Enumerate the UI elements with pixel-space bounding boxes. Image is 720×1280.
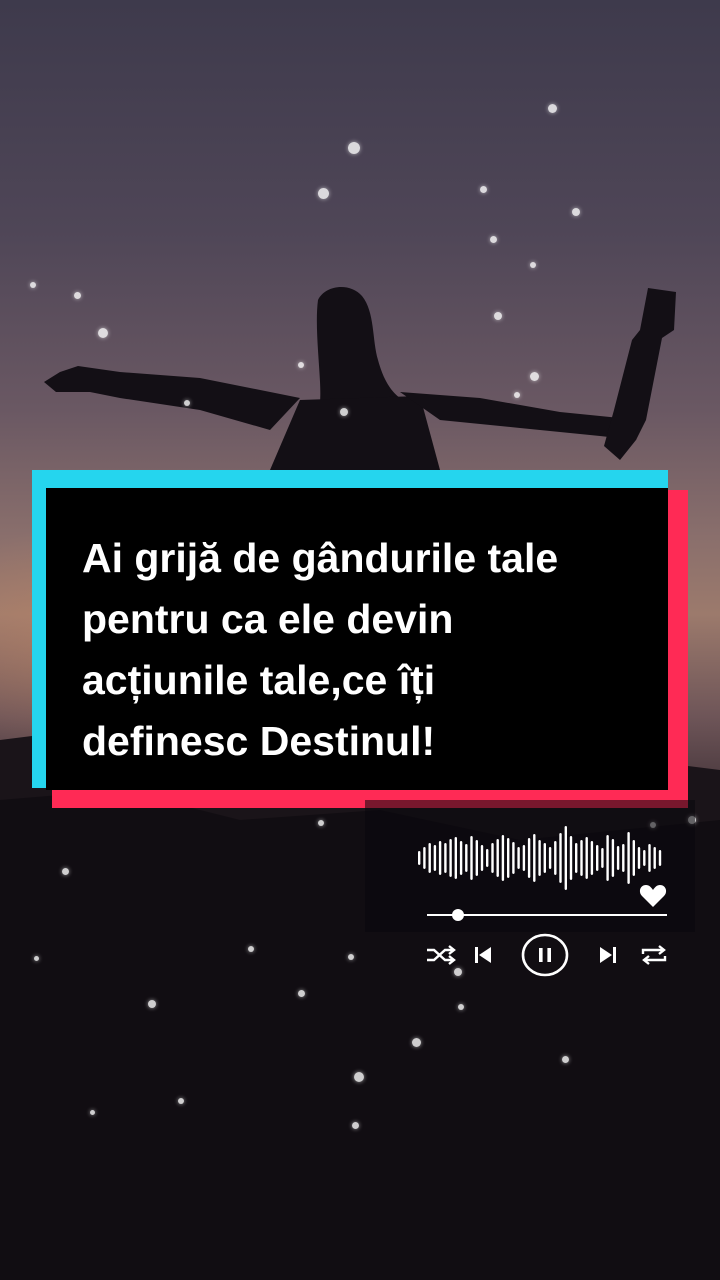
- skip-next-icon: [600, 947, 616, 963]
- waveform-bar: [606, 835, 609, 881]
- person-silhouette: [44, 286, 676, 470]
- waveform-bar: [444, 843, 447, 873]
- snow-particle: [298, 362, 304, 368]
- waveform-bar: [653, 847, 656, 869]
- waveform-bar: [627, 832, 630, 884]
- waveform-bar: [611, 839, 615, 877]
- waveform-bar: [543, 843, 546, 873]
- waveform-bar: [658, 850, 662, 866]
- waveform-bar: [517, 847, 520, 869]
- previous-button[interactable]: [469, 936, 497, 974]
- snow-particle: [340, 408, 348, 416]
- waveform-bar: [527, 838, 531, 878]
- waveform-bar: [486, 849, 489, 867]
- snow-particle: [530, 372, 539, 381]
- snow-particle: [34, 956, 39, 961]
- shuffle-button[interactable]: [423, 936, 459, 974]
- heart-icon[interactable]: [639, 884, 667, 908]
- snow-particle: [184, 400, 190, 406]
- snow-particle: [318, 188, 329, 199]
- waveform-bar: [569, 836, 573, 880]
- waveform-bar: [459, 841, 463, 875]
- snow-particle: [74, 292, 81, 299]
- waveform-bar: [648, 844, 651, 872]
- waveform-bar: [575, 843, 578, 873]
- quote-card: Ai grijă de gândurile tale pentru ca ele…: [46, 488, 668, 790]
- snow-particle: [148, 1000, 156, 1008]
- waveform-bar: [601, 848, 604, 868]
- snow-particle: [348, 142, 360, 154]
- snow-particle: [572, 208, 580, 216]
- snow-particle: [248, 946, 254, 952]
- snow-particle: [352, 1122, 359, 1129]
- snow-particle: [412, 1038, 421, 1047]
- snow-particle: [318, 820, 324, 826]
- quote-line-4: definesc Destinul!: [82, 718, 436, 764]
- pause-icon: [521, 933, 569, 977]
- snow-particle: [494, 312, 502, 320]
- waveform-bar: [554, 841, 557, 875]
- repeat-icon: [641, 945, 667, 965]
- snow-particle: [530, 262, 536, 268]
- snow-particle: [298, 990, 305, 997]
- snow-particle: [62, 868, 69, 875]
- waveform-bar: [418, 851, 421, 865]
- audio-waveform: [418, 826, 662, 890]
- waveform-bar: [454, 837, 457, 879]
- waveform-bar: [622, 844, 625, 872]
- snow-particle: [490, 236, 497, 243]
- waveform-bar: [512, 842, 515, 874]
- music-player: [365, 800, 695, 1000]
- waveform-bar: [507, 838, 510, 878]
- next-button[interactable]: [594, 936, 622, 974]
- snow-particle: [178, 1098, 184, 1104]
- waveform-bar: [538, 840, 541, 876]
- waveform-bar: [428, 843, 431, 873]
- pause-button[interactable]: [520, 932, 570, 978]
- snow-particle: [548, 104, 557, 113]
- quote-text: Ai grijă de gândurile tale pentru ca ele…: [82, 528, 638, 772]
- waveform-bar: [533, 834, 536, 882]
- waveform-bar: [438, 841, 442, 875]
- snow-particle: [480, 186, 487, 193]
- snow-particle: [98, 328, 108, 338]
- waveform-bar: [465, 844, 468, 872]
- waveform-bar: [496, 839, 499, 877]
- waveform-bar: [522, 845, 526, 871]
- snow-particle: [514, 392, 520, 398]
- skip-previous-icon: [475, 947, 491, 963]
- waveform-bar: [564, 826, 567, 890]
- repeat-button[interactable]: [637, 936, 671, 974]
- waveform-bar: [548, 847, 552, 869]
- snow-particle: [90, 1110, 95, 1115]
- waveform-bar: [475, 840, 478, 876]
- waveform-bar: [637, 847, 641, 869]
- waveform-bar: [470, 836, 473, 880]
- snow-particle: [30, 282, 36, 288]
- snow-particle: [458, 1004, 464, 1010]
- waveform-bar: [423, 847, 426, 869]
- waveform-bar: [501, 835, 505, 881]
- snow-particle: [354, 1072, 364, 1082]
- waveform-bar: [433, 845, 437, 871]
- snow-particle: [562, 1056, 569, 1063]
- waveform-bar: [590, 841, 594, 875]
- quote-line-1: Ai grijă de gândurile tale: [82, 535, 559, 581]
- waveform-bar: [632, 840, 635, 876]
- waveform-bar: [449, 839, 452, 877]
- video-frame: Ai grijă de gândurile tale pentru ca ele…: [0, 0, 720, 1280]
- waveform-bar: [643, 850, 646, 866]
- snow-particle: [348, 954, 354, 960]
- quote-line-3: acțiunile tale,ce îți: [82, 657, 436, 703]
- waveform-bar: [616, 846, 620, 870]
- waveform-bar: [480, 845, 484, 871]
- waveform-bar: [585, 837, 588, 879]
- quote-line-2: pentru ca ele devin: [82, 596, 454, 642]
- waveform-bar: [491, 843, 494, 873]
- waveform-bar: [559, 833, 562, 883]
- waveform-bar: [580, 840, 583, 876]
- waveform-bar: [596, 845, 599, 871]
- shuffle-icon: [427, 945, 456, 965]
